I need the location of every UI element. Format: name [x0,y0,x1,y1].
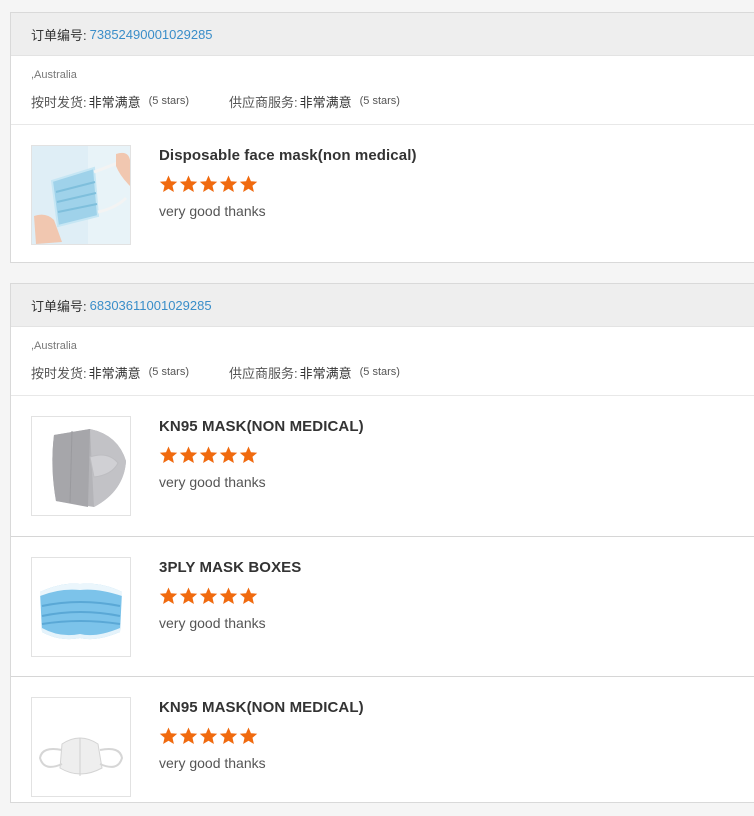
shipping-rating: 按时发货: 非常满意 (5 stars) [31,363,189,382]
shipping-rating-label: 按时发货: [31,94,87,110]
product-thumbnail[interactable] [31,145,131,245]
order-number-link[interactable]: 73852490001029285 [90,27,213,42]
product-title[interactable]: 3PLY MASK BOXES [159,559,301,577]
order-header: 订单编号: 68303611001029285 [11,284,754,327]
product-thumbnail[interactable] [31,416,131,516]
product-info: Disposable face mask(non medical) very g… [159,145,417,265]
shipping-rating: 按时发货: 非常满意 (5 stars) [31,92,189,111]
face-mask-hand-image [32,146,130,244]
star-icon [239,175,258,192]
order-number-label: 订单编号: [31,27,87,43]
supplier-rating-stars: (5 stars) [359,366,400,378]
product-review: KN95 MASK(NON MEDICAL) very good thanks [11,676,754,816]
star-icon [219,446,238,463]
star-icon [219,727,238,744]
review-text: very good thanks [159,474,266,490]
product-review: Disposable face mask(non medical) very g… [11,125,754,265]
product-review: KN95 MASK(NON MEDICAL) very good thanks [11,396,754,536]
star-icon [219,587,238,604]
star-icon [179,446,198,463]
order-number-label: 订单编号: [31,298,87,314]
product-info: KN95 MASK(NON MEDICAL) very good thanks [159,416,364,536]
star-icon [199,446,218,463]
product-rating-stars [159,587,301,607]
product-info: 3PLY MASK BOXES very good thanks [159,557,301,676]
star-icon [179,727,198,744]
star-icon [239,727,258,744]
shipping-rating-value: 非常满意 [88,365,141,381]
supplier-rating-label: 供应商服务: [228,365,298,381]
shipping-rating-stars: (5 stars) [148,95,189,107]
kn95-white-mask-image [32,698,130,796]
kn95-grey-mask-image [32,417,130,515]
star-icon [159,587,178,604]
star-icon [179,175,198,192]
review-text: very good thanks [159,755,266,771]
order-meta: ,Australia 按时发货: 非常满意 (5 stars) 供应商服务: 非… [11,56,754,125]
star-icon [159,175,178,192]
supplier-rating-value: 非常满意 [299,365,352,381]
star-icon [199,175,218,192]
product-info: KN95 MASK(NON MEDICAL) very good thanks [159,697,364,816]
supplier-rating-value: 非常满意 [299,94,352,110]
star-icon [239,587,258,604]
order-card: 订单编号: 73852490001029285 ,Australia 按时发货:… [10,12,754,263]
star-icon [159,446,178,463]
product-thumbnail[interactable] [31,557,131,657]
order-meta: ,Australia 按时发货: 非常满意 (5 stars) 供应商服务: 非… [11,327,754,396]
star-icon [219,175,238,192]
supplier-rating-label: 供应商服务: [228,94,298,110]
order-header: 订单编号: 73852490001029285 [11,13,754,56]
supplier-rating: 供应商服务: 非常满意 (5 stars) [229,363,400,382]
shipping-rating-label: 按时发货: [31,365,87,381]
seller-ratings: 按时发货: 非常满意 (5 stars) 供应商服务: 非常满意 (5 star… [31,92,734,110]
product-rating-stars [159,175,417,195]
supplier-rating: 供应商服务: 非常满意 (5 stars) [229,92,400,111]
star-icon [239,446,258,463]
product-rating-stars [159,446,364,466]
product-rating-stars [159,727,364,747]
seller-ratings: 按时发货: 非常满意 (5 stars) 供应商服务: 非常满意 (5 star… [31,363,734,381]
buyer-country: ,Australia [31,69,77,81]
blue-surgical-mask-image [32,558,130,656]
order-number-link[interactable]: 68303611001029285 [90,298,212,313]
star-icon [179,587,198,604]
order-card: 订单编号: 68303611001029285 ,Australia 按时发货:… [10,283,754,803]
product-thumbnail[interactable] [31,697,131,797]
star-icon [199,587,218,604]
shipping-rating-value: 非常满意 [88,94,141,110]
buyer-country: ,Australia [31,340,77,352]
star-icon [199,727,218,744]
review-text: very good thanks [159,615,266,631]
review-text: very good thanks [159,203,266,219]
supplier-rating-stars: (5 stars) [359,95,400,107]
shipping-rating-stars: (5 stars) [148,366,189,378]
product-title[interactable]: KN95 MASK(NON MEDICAL) [159,418,364,436]
star-icon [159,727,178,744]
product-review: 3PLY MASK BOXES very good thanks [11,536,754,676]
product-title[interactable]: KN95 MASK(NON MEDICAL) [159,699,364,717]
product-title[interactable]: Disposable face mask(non medical) [159,147,417,165]
